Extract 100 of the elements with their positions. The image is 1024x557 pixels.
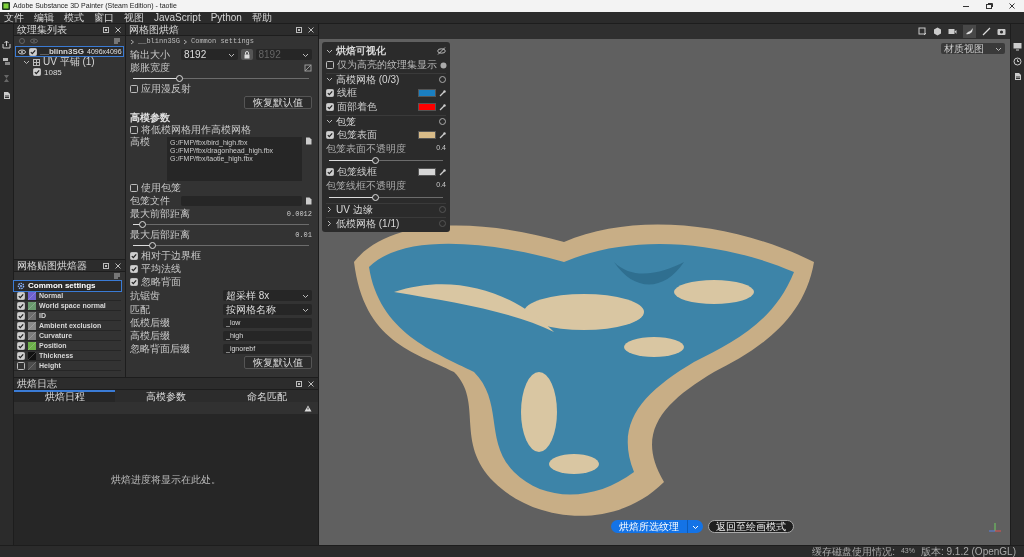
slider-thumb[interactable] (138, 220, 146, 228)
frame-icon[interactable] (918, 27, 927, 36)
color-swatch[interactable] (418, 89, 436, 97)
cube-icon[interactable] (933, 27, 942, 36)
slider-thumb[interactable] (175, 74, 183, 82)
checkbox[interactable] (17, 361, 25, 370)
section-title[interactable]: 包笼 (336, 116, 436, 127)
chevron-down-icon[interactable] (23, 58, 30, 66)
checkbox[interactable] (17, 321, 25, 330)
menu-item[interactable]: JavaScript (153, 12, 202, 23)
reset-button[interactable]: 恢复默认值 (244, 96, 312, 109)
axis-gizmo-icon (988, 521, 1002, 535)
file-icon[interactable] (305, 137, 312, 145)
menu-item[interactable]: 视图 (123, 12, 145, 23)
menu-item[interactable]: 编辑 (33, 12, 55, 23)
checkbox-label: 忽略背面 (141, 277, 181, 287)
dropdown[interactable]: 超采样 8x (223, 290, 312, 301)
slider-thumb[interactable] (371, 156, 379, 164)
section-title[interactable]: UV 边缘 (336, 204, 436, 215)
checkbox[interactable] (17, 291, 25, 300)
checkbox[interactable] (17, 331, 25, 340)
brush-icon[interactable] (982, 27, 991, 36)
caret-icon (302, 51, 309, 58)
list-settings-icon[interactable] (113, 37, 121, 45)
chevron-right-icon[interactable] (326, 206, 333, 213)
screenshot-icon[interactable] (997, 27, 1006, 36)
checkbox[interactable] (17, 301, 25, 310)
close-icon[interactable] (114, 25, 122, 34)
float-panel-icon[interactable] (102, 25, 110, 34)
color-swatch[interactable] (418, 103, 436, 111)
checkbox[interactable] (130, 278, 138, 286)
checkbox[interactable] (326, 89, 334, 97)
checkbox[interactable] (326, 61, 334, 69)
warning-icon[interactable] (304, 404, 312, 412)
reset-button[interactable]: 恢复默认值 (244, 356, 312, 369)
return-button[interactable]: 返回至绘画模式 (708, 520, 794, 533)
checkbox[interactable] (326, 131, 334, 139)
menu-item[interactable]: 窗口 (93, 12, 115, 23)
checkbox[interactable] (17, 351, 25, 360)
history-icon[interactable] (1013, 57, 1022, 66)
export-icon[interactable] (2, 40, 11, 49)
eyedropper-icon[interactable] (439, 131, 446, 139)
mesh-map-row[interactable]: Common settings (14, 281, 121, 291)
checkbox[interactable] (33, 68, 41, 76)
checkbox[interactable] (130, 184, 138, 192)
float-panel-icon[interactable] (295, 25, 303, 34)
checkbox[interactable] (326, 168, 334, 176)
chevron-right-icon[interactable] (326, 220, 333, 227)
close-icon[interactable] (114, 261, 122, 270)
close-icon[interactable] (307, 379, 315, 388)
document-icon[interactable] (1013, 72, 1022, 81)
checkbox[interactable] (17, 311, 25, 320)
float-panel-icon[interactable] (295, 379, 303, 388)
eyedropper-icon[interactable] (439, 103, 446, 111)
section-title[interactable]: 高模网格 (0/3) (336, 74, 436, 85)
checkbox[interactable] (29, 47, 37, 56)
bake-button-group[interactable]: 烘焙所选纹理 (611, 520, 703, 533)
checkbox[interactable] (17, 341, 25, 350)
chevron-down-icon[interactable] (326, 47, 333, 55)
view-select[interactable]: 材质视图 (941, 43, 1005, 54)
color-swatch[interactable] (418, 131, 436, 139)
camera-icon[interactable] (948, 27, 957, 36)
color-swatch[interactable] (418, 168, 436, 176)
hourglass-icon[interactable] (2, 74, 11, 83)
bake-button[interactable]: 烘焙所选纹理 (611, 521, 687, 532)
chevron-right-icon (183, 38, 188, 45)
section-title[interactable]: 低模网格 (1/1) (336, 218, 436, 229)
slider-thumb[interactable] (371, 193, 379, 201)
panel-title: 纹理集列表 (17, 24, 68, 35)
size-select[interactable]: 8192 (181, 49, 238, 60)
menu-item[interactable]: 文件 (3, 12, 25, 23)
tab[interactable]: 命名匹配 (216, 390, 318, 402)
tab[interactable]: 高模参数 (115, 390, 217, 402)
menu-item[interactable]: Python (209, 12, 243, 23)
close-icon[interactable] (307, 25, 315, 34)
hidden-eye-icon[interactable] (437, 47, 446, 55)
file-icon[interactable] (305, 197, 312, 205)
chevron-down-icon[interactable] (326, 118, 333, 125)
layers-icon[interactable] (2, 57, 11, 66)
field-label: 抗锯齿 (130, 290, 161, 301)
document-icon[interactable] (2, 91, 11, 100)
checkbox[interactable] (130, 126, 138, 134)
tab[interactable]: 烘焙日程 (14, 390, 116, 402)
eyedropper-icon[interactable] (439, 89, 446, 97)
list-settings-icon[interactable] (113, 272, 121, 280)
float-panel-icon[interactable] (102, 261, 110, 270)
checkbox[interactable] (130, 265, 138, 273)
eye-icon[interactable] (18, 47, 26, 56)
chevron-down-icon[interactable] (326, 76, 333, 83)
slider-thumb[interactable] (149, 241, 157, 249)
checkbox[interactable] (130, 252, 138, 260)
eyedropper-icon[interactable] (439, 168, 446, 176)
menu-item[interactable]: 模式 (63, 12, 85, 23)
lock-button[interactable] (240, 49, 253, 60)
menu-item[interactable]: 帮助 (250, 12, 273, 23)
dropdown[interactable]: 按网格名称 (223, 304, 312, 315)
checkbox[interactable] (130, 85, 138, 93)
monitor-icon[interactable] (1013, 42, 1022, 51)
panel-title: 网格贴图烘焙器 (17, 260, 88, 271)
checkbox[interactable] (326, 103, 334, 111)
